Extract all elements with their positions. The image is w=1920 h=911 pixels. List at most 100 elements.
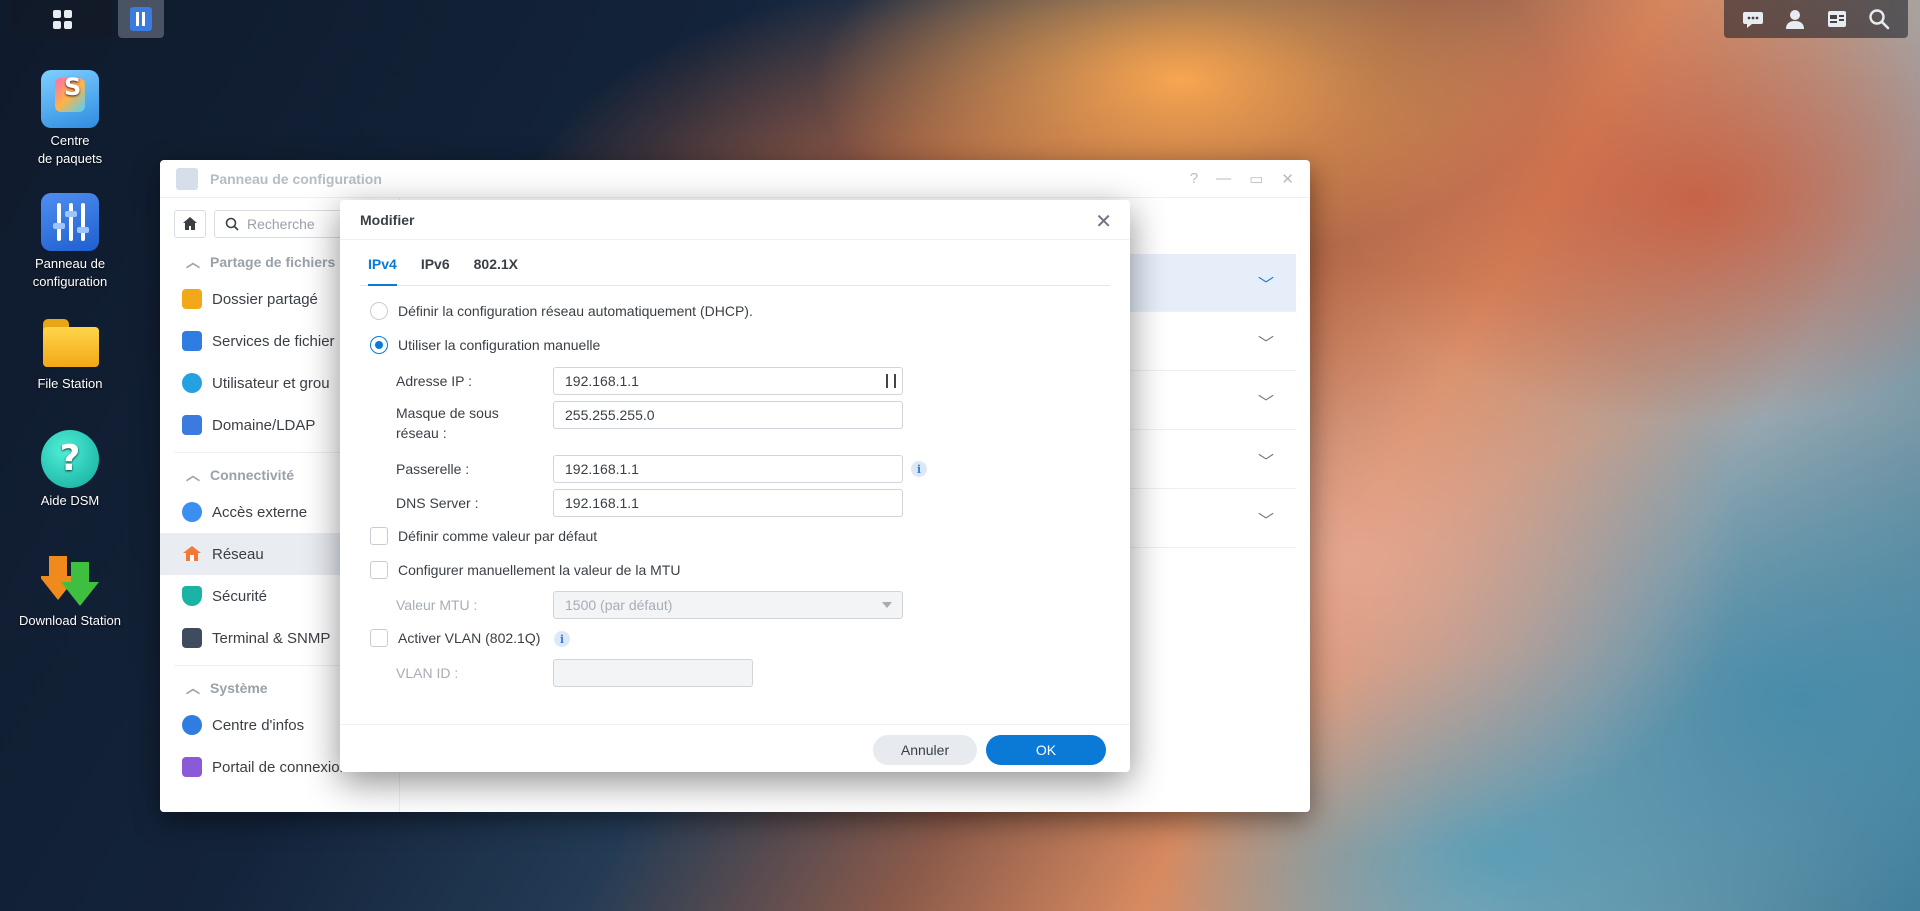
dialog-header[interactable]: Modifier [340, 200, 1130, 240]
gateway-field[interactable]: 192.168.1.1 [553, 455, 903, 483]
dhcp-option[interactable]: Définir la configuration réseau automati… [370, 302, 753, 320]
home-icon [183, 217, 197, 230]
vlan-option[interactable]: Activer VLAN (802.1Q) [370, 629, 540, 647]
dns-server-label: DNS Server : [396, 495, 479, 511]
dialog-title: Modifier [360, 211, 415, 228]
manual-label: Utiliser la configuration manuelle [398, 337, 601, 353]
tab-8021x[interactable]: 802.1X [474, 256, 518, 286]
dhcp-label: Définir la configuration réseau automati… [398, 303, 753, 319]
widgets-icon[interactable] [1825, 7, 1849, 31]
desktop-icon-file-station[interactable]: File Station [10, 313, 130, 393]
sidebar-item-label: Portail de connexion [212, 758, 348, 776]
sidebar-item-label: Centre d'infos [212, 716, 305, 734]
section-title: Système [210, 680, 268, 696]
users-icon [182, 373, 202, 393]
subnet-mask-value: 255.255.255.0 [565, 407, 655, 423]
vlan-id-field [553, 659, 753, 687]
taskbar-left [12, 0, 164, 38]
vlan-checkbox[interactable] [370, 629, 388, 647]
network-house-icon [182, 544, 202, 564]
mtu-value: 1500 (par défaut) [565, 597, 673, 613]
folder-icon [41, 313, 99, 371]
external-access-icon [182, 502, 202, 522]
text-cursor-icon [886, 374, 896, 388]
dialog-close-button[interactable]: ✕ [1095, 209, 1112, 234]
chevron-up-icon: ︿ [186, 467, 200, 483]
desktop-icon-label: File Station [37, 376, 103, 391]
desktop-icon-control-panel[interactable]: Panneau de configuration [10, 193, 130, 291]
gateway-label: Passerelle : [396, 461, 470, 477]
gateway-info-icon[interactable]: i [911, 461, 927, 477]
cancel-button[interactable]: Annuler [873, 735, 977, 765]
window-titlebar[interactable]: Panneau de configuration [160, 160, 1310, 198]
desktop-icon-download-station[interactable]: Download Station [10, 550, 130, 630]
desktop-icon-label: Centre de paquets [37, 133, 103, 166]
mtu-select: 1500 (par défaut) [553, 591, 903, 619]
chevron-down-icon: ﹀ [1257, 394, 1274, 412]
close-button[interactable]: ✕ [1281, 170, 1294, 188]
dropdown-arrow-icon [882, 602, 892, 608]
main-menu-button[interactable] [12, 0, 112, 38]
ip-address-value: 192.168.1.1 [565, 373, 639, 389]
home-button[interactable] [174, 210, 206, 238]
manual-option[interactable]: Utiliser la configuration manuelle [370, 336, 600, 354]
desktop-icon-package-center[interactable]: S Centre de paquets [10, 70, 130, 168]
sidebar-item-label: Terminal & SNMP [212, 629, 331, 647]
vlan-id-label: VLAN ID : [396, 665, 459, 681]
chevron-down-icon: ﹀ [1257, 335, 1274, 353]
mtu-label: Configurer manuellement la valeur de la … [398, 562, 681, 578]
dhcp-radio[interactable] [370, 302, 388, 320]
ok-button[interactable]: OK [986, 735, 1106, 765]
tab-ipv6[interactable]: IPv6 [421, 256, 450, 286]
section-title: Connectivité [210, 467, 295, 483]
subnet-mask-field[interactable]: 255.255.255.0 [553, 401, 903, 429]
chevron-down-icon: ﹀ [1257, 512, 1274, 530]
mtu-option[interactable]: Configurer manuellement la valeur de la … [370, 561, 680, 579]
chevron-up-icon: ︿ [186, 680, 200, 696]
window-controls: ? — ▭ ✕ [1190, 170, 1294, 188]
ip-address-field[interactable]: 192.168.1.1 [553, 367, 903, 395]
download-arrow-icon [39, 550, 99, 608]
mtu-checkbox[interactable] [370, 561, 388, 579]
taskbar-control-panel-button[interactable] [118, 0, 164, 38]
sidebar-item-label: Dossier partagé [212, 290, 318, 308]
minimize-button[interactable]: — [1216, 170, 1231, 188]
search-icon [225, 217, 239, 231]
dialog-footer: Annuler OK [340, 724, 1130, 772]
window-title: Panneau de configuration [210, 170, 382, 187]
tab-ipv4[interactable]: IPv4 [368, 256, 397, 286]
domain-ldap-icon [182, 415, 202, 435]
sidebar-item-label: Utilisateur et grou [212, 374, 330, 392]
gateway-value: 192.168.1.1 [565, 461, 639, 477]
help-button[interactable]: ? [1190, 170, 1198, 188]
dns-server-value: 192.168.1.1 [565, 495, 639, 511]
chevron-down-icon: ﹀ [1257, 276, 1274, 294]
default-checkbox[interactable] [370, 527, 388, 545]
desktop-icon-dsm-help[interactable]: ? Aide DSM [10, 430, 130, 510]
terminal-icon [182, 628, 202, 648]
control-panel-icon [176, 167, 198, 190]
login-portal-icon [182, 757, 202, 777]
control-panel-icon [130, 7, 152, 31]
vlan-label: Activer VLAN (802.1Q) [398, 630, 541, 646]
maximize-button[interactable]: ▭ [1249, 170, 1263, 188]
dns-server-field[interactable]: 192.168.1.1 [553, 489, 903, 517]
info-icon [182, 715, 202, 735]
dialog-tabs: IPv4 IPv6 802.1X [360, 256, 1110, 286]
search-icon[interactable] [1867, 7, 1891, 31]
desktop-icon-label: Panneau de configuration [32, 256, 108, 289]
apps-grid-icon [52, 9, 72, 29]
section-title: Partage de fichiers [210, 254, 336, 270]
control-panel-icon [41, 193, 99, 251]
notifications-chat-icon[interactable] [1741, 7, 1765, 31]
shield-icon [182, 586, 202, 606]
user-icon[interactable] [1783, 7, 1807, 31]
default-gateway-option[interactable]: Définir comme valeur par défaut [370, 527, 597, 545]
vlan-info-icon[interactable]: i [554, 631, 570, 647]
file-services-icon [182, 331, 202, 351]
mtu-value-label: Valeur MTU : [396, 597, 478, 613]
sidebar-item-label: Services de fichier [212, 332, 335, 350]
chevron-down-icon: ﹀ [1257, 453, 1274, 471]
sidebar-item-label: Domaine/LDAP [212, 416, 316, 434]
manual-radio[interactable] [370, 336, 388, 354]
